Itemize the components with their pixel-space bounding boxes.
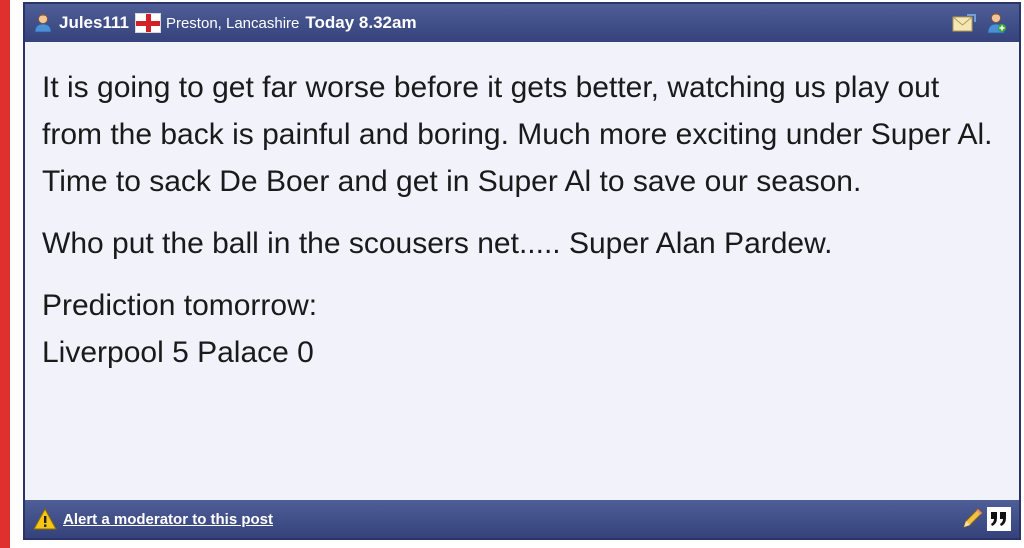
forum-post: Jules111 Preston, Lancashire Today 8.32a…: [23, 2, 1021, 540]
user-location: Preston, Lancashire: [165, 14, 300, 32]
prediction-score: Liverpool 5 Palace 0: [42, 336, 314, 369]
prediction-heading: Prediction tomorrow:: [42, 289, 318, 322]
envelope-icon[interactable]: [951, 11, 977, 35]
england-flag-icon: [134, 13, 161, 33]
quote-icon[interactable]: [987, 507, 1011, 531]
post-paragraph: It is going to get far worse before it g…: [42, 71, 993, 198]
post-timestamp: Today 8.32am: [305, 13, 417, 32]
alert-moderator-link[interactable]: Alert a moderator to this post: [63, 511, 273, 528]
footer-actions: [959, 507, 1011, 531]
add-user-icon[interactable]: [983, 11, 1009, 35]
user-icon: [33, 13, 53, 33]
warning-icon: [33, 507, 57, 530]
post-header: Jules111 Preston, Lancashire Today 8.32a…: [25, 4, 1019, 42]
left-accent-stripe: [0, 0, 10, 548]
post-paragraph: Who put the ball in the scousers net....…: [42, 227, 833, 260]
post-body: It is going to get far worse before it g…: [25, 42, 1019, 500]
post-paragraph: Prediction tomorrow: Liverpool 5 Palace …: [42, 282, 1001, 376]
header-actions: [951, 11, 1009, 35]
post-footer: Alert a moderator to this post: [25, 500, 1019, 538]
pencil-icon[interactable]: [959, 507, 985, 531]
username[interactable]: Jules111: [59, 13, 129, 33]
